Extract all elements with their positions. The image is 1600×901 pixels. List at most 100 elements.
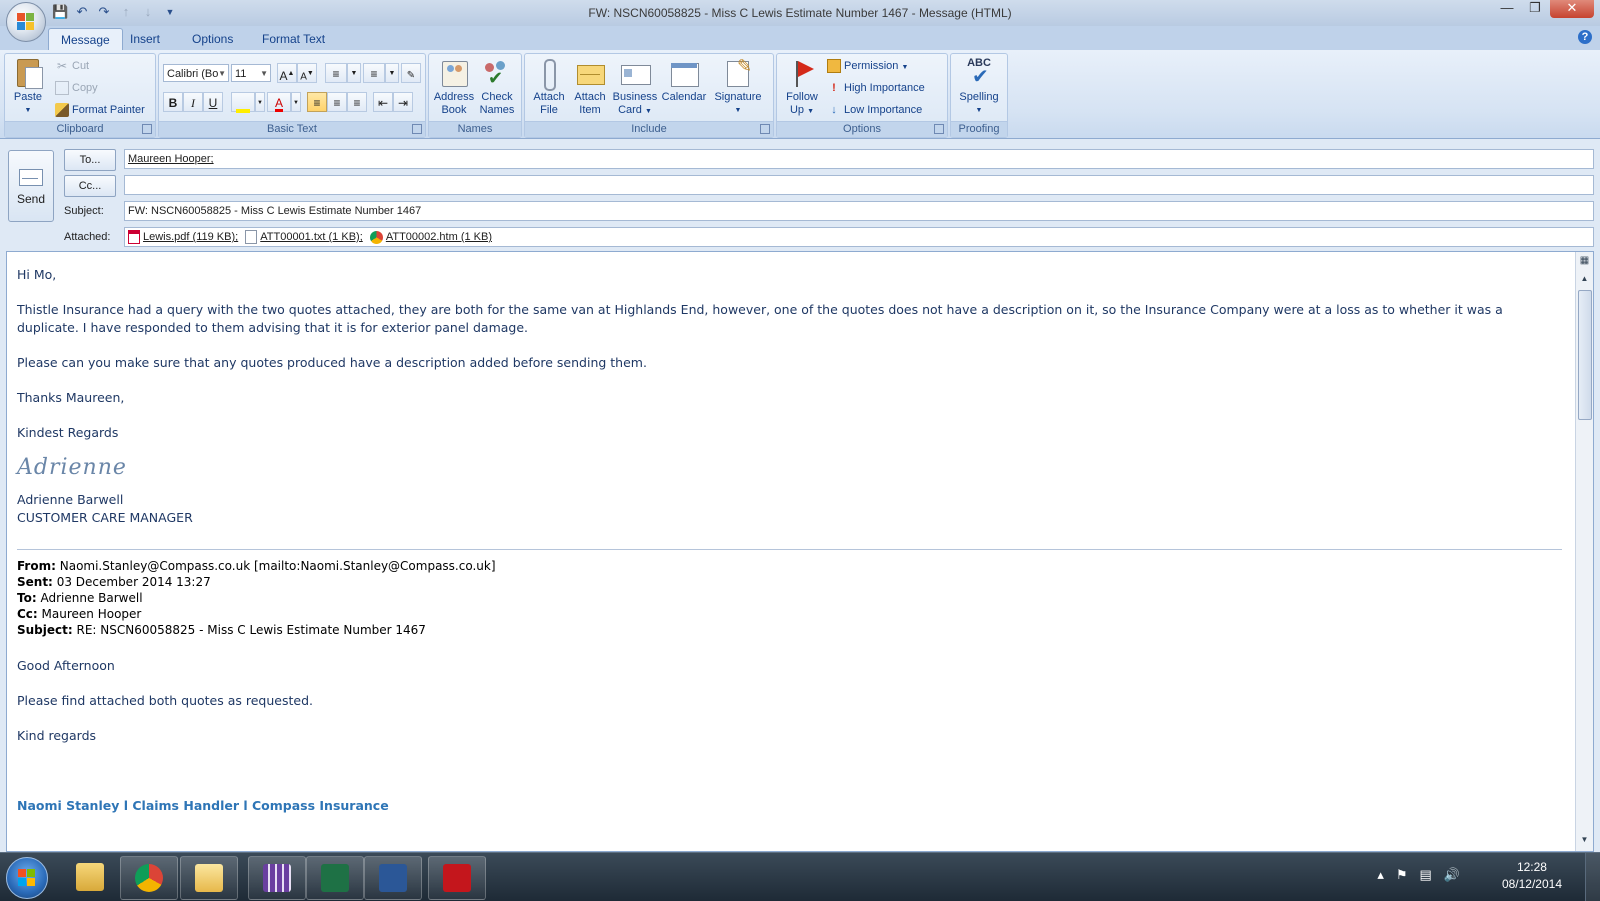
format-painter-button[interactable]: Format Painter bbox=[55, 100, 145, 120]
cc-field[interactable] bbox=[124, 175, 1594, 195]
taskbar-excel[interactable] bbox=[306, 856, 364, 900]
copy-button[interactable]: Copy bbox=[55, 78, 98, 98]
low-importance-button[interactable]: ↓ Low Importance bbox=[827, 100, 922, 120]
decrease-indent-button[interactable]: ⇤ bbox=[373, 92, 393, 112]
signature-button[interactable]: ✎ Signature ▼ bbox=[709, 57, 767, 117]
chevron-down-icon: ▼ bbox=[807, 108, 815, 115]
attachment-pdf[interactable]: Lewis.pdf (119 KB); bbox=[128, 228, 238, 246]
font-family-value: Calibri (Bo bbox=[167, 68, 219, 80]
send-button[interactable]: Send bbox=[8, 150, 54, 222]
attachment-txt[interactable]: ATT00001.txt (1 KB); bbox=[245, 228, 363, 246]
include-launcher-icon[interactable] bbox=[760, 124, 770, 134]
font-color-button[interactable]: A bbox=[267, 92, 291, 112]
increase-indent-button[interactable]: ⇥ bbox=[393, 92, 413, 112]
shrink-font-button[interactable]: A▼ bbox=[297, 63, 317, 83]
volume-icon[interactable]: 🔊 bbox=[1444, 867, 1460, 883]
font-size-select[interactable]: 11 ▼ bbox=[231, 64, 271, 82]
scroll-down-icon[interactable]: ▼ bbox=[1576, 835, 1593, 849]
options-launcher-icon[interactable] bbox=[934, 124, 944, 134]
permission-button[interactable]: Permission ▼ bbox=[827, 56, 908, 76]
italic-button[interactable]: I bbox=[183, 92, 203, 112]
numbering-button[interactable]: ≡ bbox=[363, 63, 385, 83]
to-recipient[interactable]: Maureen Hooper; bbox=[128, 153, 214, 165]
help-icon[interactable]: ? bbox=[1578, 30, 1592, 44]
font-family-select[interactable]: Calibri (Bo ▼ bbox=[163, 64, 229, 82]
styles-button[interactable]: ✎ bbox=[401, 63, 421, 83]
window-controls: — ❐ ✕ bbox=[1492, 0, 1594, 18]
ruler-toggle-icon[interactable]: ▦ bbox=[1576, 255, 1593, 269]
check-names-label-2: Names bbox=[479, 104, 515, 116]
windows-logo-icon bbox=[18, 869, 36, 887]
chevron-down-icon: ▼ bbox=[644, 108, 652, 115]
show-hidden-icons-icon[interactable]: ▴ bbox=[1377, 867, 1384, 883]
taskbar-word[interactable] bbox=[364, 856, 422, 900]
clipboard-launcher-icon[interactable] bbox=[142, 124, 152, 134]
attach-item-button[interactable]: Attach Item bbox=[569, 57, 611, 117]
highlight-dropdown[interactable]: ▼ bbox=[255, 92, 265, 112]
follow-up-label-1: Follow bbox=[786, 91, 818, 103]
grow-font-button[interactable]: A▲ bbox=[277, 63, 297, 83]
italic-label: I bbox=[191, 96, 195, 110]
format-painter-label: Format Painter bbox=[72, 104, 145, 116]
proofing-group-label: Proofing bbox=[951, 121, 1007, 137]
address-book-button[interactable]: Address Book bbox=[433, 57, 475, 117]
action-center-flag-icon[interactable]: ⚑ bbox=[1396, 867, 1408, 883]
clock-date: 08/12/2014 bbox=[1501, 877, 1562, 891]
numbering-dropdown[interactable]: ▼ bbox=[385, 63, 399, 83]
highlight-button[interactable] bbox=[231, 92, 255, 113]
signature-icon: ✎ bbox=[723, 57, 753, 89]
scroll-up-icon[interactable]: ▲ bbox=[1576, 274, 1593, 288]
to-field[interactable]: Maureen Hooper; bbox=[124, 149, 1594, 169]
font-color-icon: A bbox=[274, 96, 283, 112]
subject-field[interactable]: FW: NSCN60058825 - Miss C Lewis Estimate… bbox=[124, 201, 1594, 221]
body-paragraph-2: Please can you make sure that any quotes… bbox=[17, 355, 647, 370]
taskbar-chrome[interactable] bbox=[120, 856, 178, 900]
bold-button[interactable]: B bbox=[163, 92, 183, 112]
cut-button[interactable]: ✂ Cut bbox=[55, 56, 89, 76]
close-icon[interactable]: ✕ bbox=[1550, 0, 1594, 18]
restore-icon[interactable]: ❐ bbox=[1522, 0, 1548, 18]
chevron-down-icon: ▼ bbox=[901, 64, 909, 71]
attachment-htm[interactable]: ATT00002.htm (1 KB) bbox=[369, 228, 492, 246]
taskbar-outlook[interactable] bbox=[180, 856, 238, 900]
basic-text-launcher-icon[interactable] bbox=[412, 124, 422, 134]
attach-file-label-1: Attach bbox=[533, 91, 565, 103]
message-body[interactable]: Hi Mo, Thistle Insurance had a query wit… bbox=[6, 251, 1594, 852]
tab-message[interactable]: Message bbox=[48, 28, 123, 51]
font-color-dropdown[interactable]: ▼ bbox=[291, 92, 301, 112]
align-center-button[interactable]: ≡ bbox=[327, 92, 347, 112]
to-button[interactable]: To... bbox=[64, 149, 116, 171]
network-icon[interactable]: ▤ bbox=[1420, 867, 1432, 883]
bullets-dropdown[interactable]: ▼ bbox=[347, 63, 361, 83]
forward-subject-label: Subject: bbox=[17, 623, 73, 637]
underline-button[interactable]: U bbox=[203, 92, 223, 112]
calendar-button[interactable]: Calendar bbox=[659, 57, 709, 104]
taskbar-acrobat[interactable] bbox=[428, 856, 486, 900]
clock[interactable]: 12:28 08/12/2014 bbox=[1502, 859, 1562, 893]
align-left-button[interactable]: ≡ bbox=[307, 92, 327, 112]
bullets-button[interactable]: ≡ bbox=[325, 63, 347, 83]
paste-button[interactable]: Paste ▼ bbox=[9, 57, 47, 117]
taskbar-calculator[interactable] bbox=[248, 856, 306, 900]
check-names-button[interactable]: ✔ Check Names bbox=[477, 57, 517, 117]
vertical-scrollbar[interactable]: ▦ ▲ ▼ bbox=[1575, 252, 1593, 851]
minimize-icon[interactable]: — bbox=[1494, 0, 1520, 18]
start-button[interactable] bbox=[6, 857, 48, 899]
attach-file-button[interactable]: Attach File bbox=[529, 57, 569, 117]
follow-up-button[interactable]: Follow Up ▼ bbox=[781, 57, 823, 118]
office-button[interactable] bbox=[6, 2, 46, 42]
show-desktop-button[interactable] bbox=[1585, 853, 1600, 901]
business-card-button[interactable]: Business Card ▼ bbox=[611, 57, 659, 118]
chevron-down-icon: ▼ bbox=[218, 69, 226, 78]
tab-format-text[interactable]: Format Text bbox=[250, 28, 337, 50]
cc-button[interactable]: Cc... bbox=[64, 175, 116, 197]
spelling-button[interactable]: ABC ✔ Spelling ▼ bbox=[955, 57, 1003, 117]
high-importance-button[interactable]: ! High Importance bbox=[827, 78, 925, 98]
tab-options[interactable]: Options bbox=[180, 28, 245, 50]
scroll-thumb[interactable] bbox=[1578, 290, 1592, 420]
chevron-down-icon: ▼ bbox=[350, 70, 358, 77]
align-right-button[interactable]: ≡ bbox=[347, 92, 367, 112]
tab-insert[interactable]: Insert bbox=[118, 28, 172, 50]
sender-name: Adrienne Barwell bbox=[17, 492, 124, 507]
taskbar-explorer[interactable] bbox=[62, 856, 118, 898]
